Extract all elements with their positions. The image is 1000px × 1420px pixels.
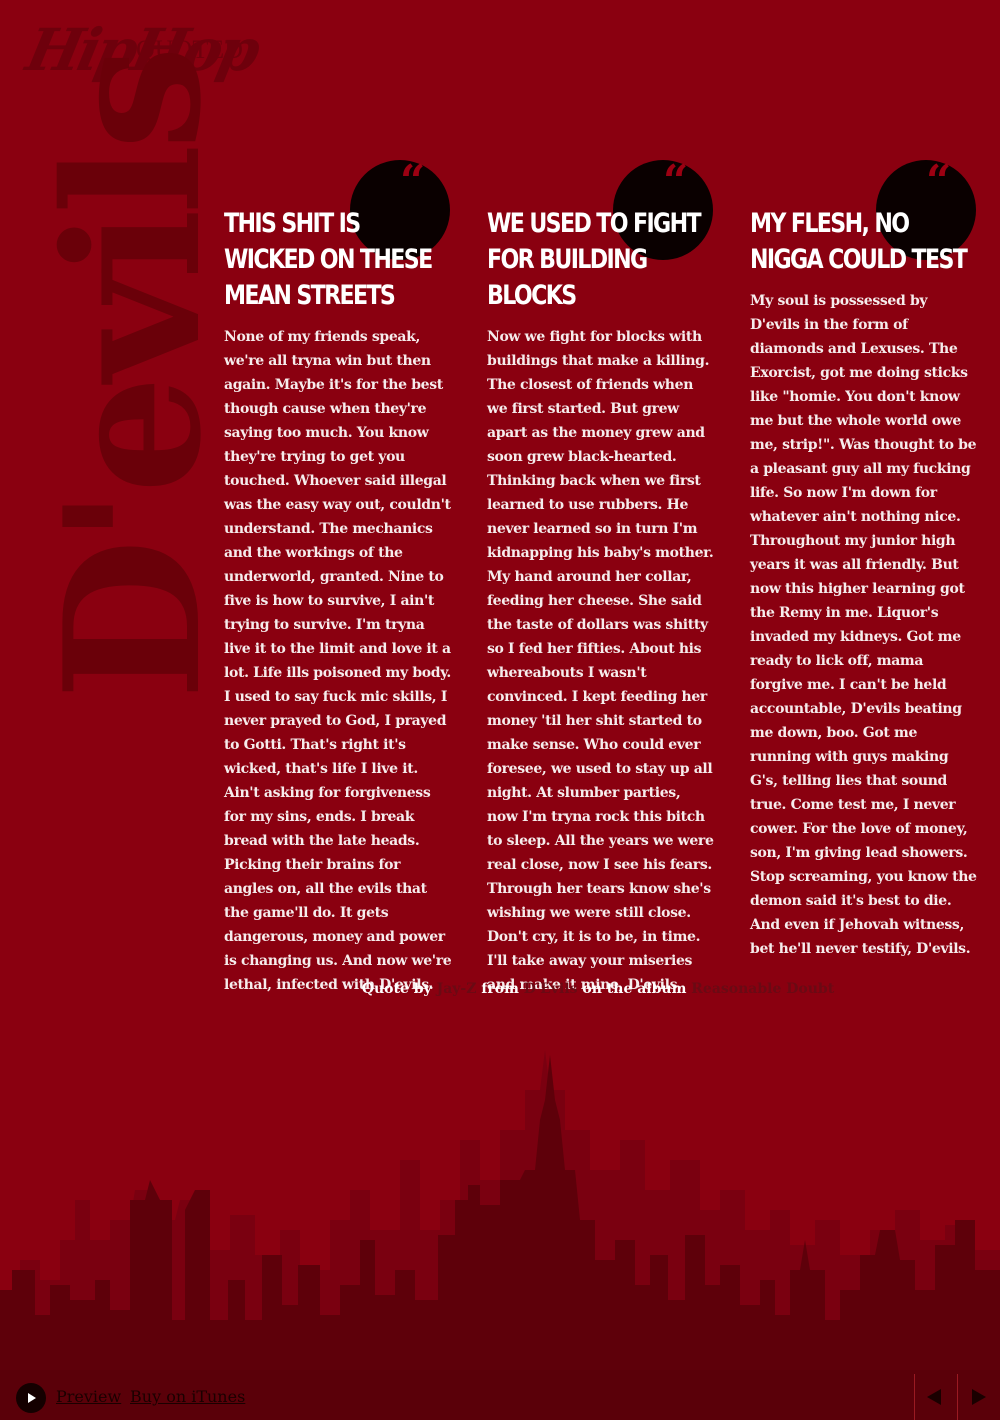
album-link[interactable]: Reasonable Doubt [691,981,834,997]
credit-from: from [481,981,519,997]
quote-column: “ MY FLESH, NO NIGGA COULD TEST My soul … [750,160,978,961]
play-button[interactable] [16,1383,46,1413]
credit-album-label: on the album [582,981,687,997]
quote-heading: THIS SHIT IS WICKED ON THESE MEAN STREET… [224,208,433,311]
quote-body: Now we fight for blocks with buildings t… [487,329,714,993]
credit-prefix: Quote by [361,981,432,997]
song-title-vertical: D'evils [23,51,242,700]
next-button[interactable] [957,1374,1000,1420]
quote-body: My soul is possessed by D'evils in the f… [750,293,977,957]
quote-heading: MY FLESH, NO NIGGA COULD TEST [750,208,968,275]
song-link[interactable]: D'Evils [524,981,578,997]
city-skyline [0,1050,1000,1420]
quote-heading: WE USED TO FIGHT FOR BUILDING BLOCKS [487,208,702,311]
skyline-front-layer [0,1055,1000,1420]
play-icon [28,1393,36,1403]
audio-player-bar: Preview Buy on iTunes [0,1374,1000,1420]
arrow-left-icon [927,1389,941,1405]
artist-link[interactable]: Jay-Z [437,981,477,997]
preview-link[interactable]: Preview [56,1387,121,1406]
quote-body: None of my friends speak, we're all tryn… [224,329,452,993]
buy-on-itunes-link[interactable]: Buy on iTunes [130,1387,245,1406]
previous-button[interactable] [914,1374,957,1420]
quote-column: “ THIS SHIT IS WICKED ON THESE MEAN STRE… [224,160,452,997]
quote-credit: Quote by Jay-Z from D'Evils on the album… [0,981,1000,997]
arrow-right-icon [972,1389,986,1405]
quote-column: “ WE USED TO FIGHT FOR BUILDING BLOCKS N… [487,160,715,997]
